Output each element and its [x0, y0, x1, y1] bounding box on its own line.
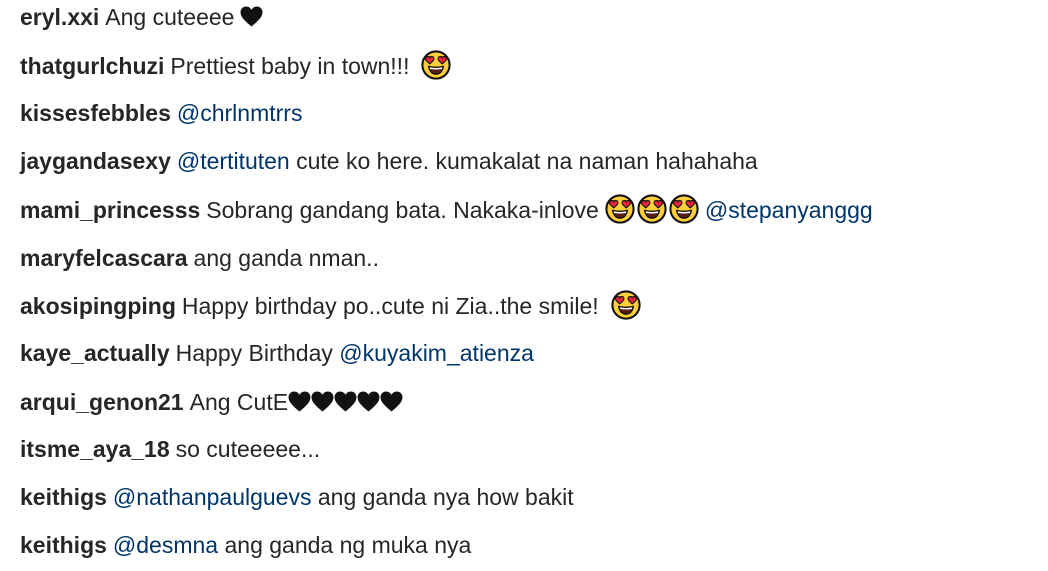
comment-row: thatgurlchuzi Prettiest baby in town!!!	[20, 46, 451, 86]
comment-row: jaygandasexy @tertituten cute ko here. ku…	[20, 141, 758, 181]
comment-row: kaye_actually Happy Birthday @kuyakim_ati…	[20, 333, 534, 373]
black-heart-icon	[380, 391, 403, 412]
heart-eyes-icon	[605, 194, 635, 224]
comment-row: arqui_genon21 Ang CutE	[20, 382, 403, 422]
heart-eyes-icon	[421, 50, 451, 80]
comment-username[interactable]: kissesfebbles	[20, 100, 171, 126]
comment-mention[interactable]: @nathanpaulguevs	[113, 484, 312, 510]
heart-eyes-icon	[669, 194, 699, 224]
comment-mention[interactable]: @desmna	[113, 532, 218, 558]
comment-username[interactable]: mami_princesss	[20, 197, 200, 223]
black-heart-icon	[240, 6, 263, 27]
comment-username[interactable]: maryfelcascara	[20, 245, 188, 271]
comment-row: mami_princesss Sobrang gandang bata. Naka…	[20, 190, 873, 230]
comment-mention[interactable]: @kuyakim_atienza	[339, 340, 534, 366]
comment-username[interactable]: arqui_genon21	[20, 389, 184, 415]
comment-username[interactable]: keithigs	[20, 484, 107, 510]
comment-username[interactable]: kaye_actually	[20, 340, 170, 366]
comment-username[interactable]: akosipingping	[20, 293, 176, 319]
comment-row: eryl.xxi Ang cuteeee	[20, 0, 263, 37]
comment-row: itsme_aya_18 so cuteeeee...	[20, 429, 320, 469]
comment-row: keithigs @desmna ang ganda ng muka nya	[20, 525, 471, 565]
comment-text: ang ganda nya how bakit	[317, 484, 574, 510]
comment-row: keithigs @nathanpaulguevs ang ganda nya h…	[20, 477, 574, 517]
comment-text: so cuteeeee...	[175, 436, 321, 462]
comment-username[interactable]: jaygandasexy	[20, 148, 171, 174]
heart-eyes-icon	[611, 290, 641, 320]
black-heart-icon	[334, 391, 357, 412]
comment-text: Prettiest baby in town!!!	[170, 53, 410, 79]
comment-mention[interactable]: @tertituten	[177, 148, 290, 174]
comment-username[interactable]: eryl.xxi	[20, 4, 99, 30]
comment-row: akosipingping Happy birthday po..cute ni …	[20, 286, 641, 326]
comment-text: cute ko here. kumakalat na naman hahahah…	[296, 148, 758, 174]
comment-username[interactable]: thatgurlchuzi	[20, 53, 164, 79]
black-heart-icon	[357, 391, 380, 412]
comment-row: kissesfebbles @chrlnmtrrs	[20, 93, 302, 133]
comment-username[interactable]: keithigs	[20, 532, 107, 558]
comment-mention[interactable]: @stepanyanggg	[705, 197, 873, 223]
comment-text: Sobrang gandang bata. Nakaka-inlove	[206, 197, 599, 223]
black-heart-icon	[288, 391, 311, 412]
comment-text: Happy Birthday	[175, 340, 333, 366]
comment-text: ang ganda nman..	[193, 245, 379, 271]
black-heart-icon	[311, 391, 334, 412]
comment-row: maryfelcascara ang ganda nman..	[20, 238, 379, 278]
comment-text: Ang CutE	[189, 389, 289, 415]
comment-mention[interactable]: @chrlnmtrrs	[177, 100, 303, 126]
comment-text: Ang cuteeee	[105, 4, 235, 30]
comment-text: Happy birthday po..cute ni Zia..the smil…	[181, 293, 599, 319]
comment-username[interactable]: itsme_aya_18	[20, 436, 170, 462]
heart-eyes-icon	[637, 194, 667, 224]
comment-text: ang ganda ng muka nya	[224, 532, 472, 558]
